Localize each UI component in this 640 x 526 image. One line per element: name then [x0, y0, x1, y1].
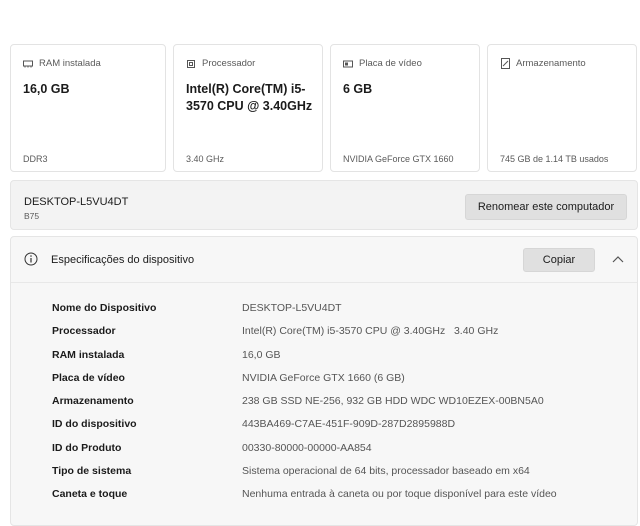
card-subtext: 745 GB de 1.14 TB usados — [500, 154, 609, 164]
spec-key: Nome do Dispositivo — [52, 302, 157, 314]
spec-value: 16,0 GB — [242, 348, 281, 361]
spec-row: Placa de vídeo NVIDIA GeForce GTX 1660 (… — [11, 369, 637, 392]
computer-name: DESKTOP-L5VU4DT — [24, 196, 129, 208]
spec-value: 238 GB SSD NE-256, 932 GB HDD WDC WD10EZ… — [242, 395, 544, 408]
card-label: RAM instalada — [39, 58, 101, 69]
ram-icon — [23, 59, 33, 69]
spec-value: NVIDIA GeForce GTX 1660 (6 GB) — [242, 371, 405, 384]
info-icon — [24, 252, 38, 266]
spec-value: Sistema operacional de 64 bits, processa… — [242, 465, 530, 478]
spec-value: 00330-80000-00000-AA854 — [242, 441, 372, 454]
card-value: 6 GB — [343, 82, 373, 96]
card-processor: Processador Intel(R) Core(TM) i5-3570 CP… — [173, 44, 323, 172]
rename-computer-button[interactable]: Renomear este computador — [465, 194, 627, 220]
spec-row: Caneta e toque Nenhuma entrada à caneta … — [11, 485, 637, 508]
spec-key: Placa de vídeo — [52, 371, 125, 384]
spec-row: ID do Produto 00330-80000-00000-AA854 — [11, 439, 637, 462]
spec-key: RAM instalada — [52, 348, 125, 361]
card-label: Placa de vídeo — [359, 58, 422, 69]
spec-key: ID do dispositivo — [52, 418, 137, 431]
card-label: Processador — [202, 58, 256, 69]
card-value: 16,0 GB — [23, 82, 70, 96]
spec-key: Processador — [52, 325, 116, 338]
spec-key: ID do Produto — [52, 441, 122, 454]
computer-model: B75 — [24, 211, 40, 221]
spec-value: DESKTOP-L5VU4DT — [242, 302, 342, 314]
specs-title: Especificações do dispositivo — [51, 254, 195, 266]
storage-icon — [500, 58, 510, 69]
card-storage: Armazenamento 745 GB de 1.14 TB usados — [487, 44, 637, 172]
spec-key: Armazenamento — [52, 395, 134, 408]
card-subtext: NVIDIA GeForce GTX 1660 — [343, 154, 454, 164]
spec-value: Intel(R) Core(TM) i5-3570 CPU @ 3.40GHz … — [242, 325, 499, 338]
spec-row: RAM instalada 16,0 GB — [11, 346, 637, 369]
hardware-summary-cards: RAM instalada 16,0 GB DDR3 Processador I… — [10, 44, 638, 174]
specs-list: Nome do Dispositivo DESKTOP-L5VU4DT Proc… — [11, 299, 637, 509]
spec-key: Tipo de sistema — [52, 465, 132, 478]
spec-row: Nome do Dispositivo DESKTOP-L5VU4DT — [11, 299, 637, 322]
device-specifications-panel: Especificações do dispositivo Copiar Nom… — [10, 236, 638, 526]
spec-key: Caneta e toque — [52, 488, 128, 501]
specs-header[interactable]: Especificações do dispositivo Copiar — [11, 237, 637, 283]
card-label: Armazenamento — [516, 58, 586, 69]
chevron-up-icon[interactable] — [611, 253, 625, 265]
card-subtext: DDR3 — [23, 154, 48, 164]
computer-name-panel: DESKTOP-L5VU4DT B75 Renomear este comput… — [10, 180, 638, 230]
spec-row: Processador Intel(R) Core(TM) i5-3570 CP… — [11, 322, 637, 345]
spec-row: Tipo de sistema Sistema operacional de 6… — [11, 462, 637, 485]
card-ram: RAM instalada 16,0 GB DDR3 — [10, 44, 166, 172]
card-value: Intel(R) Core(TM) i5-3570 CPU @ 3.40GHz — [186, 82, 313, 113]
card-subtext: 3.40 GHz — [186, 154, 225, 164]
spec-value: 443BA469-C7AE-451F-909D-287D2895988D — [242, 418, 456, 431]
spec-value: Nenhuma entrada à caneta ou por toque di… — [242, 488, 557, 501]
copy-button[interactable]: Copiar — [523, 248, 595, 272]
spec-row: ID do dispositivo 443BA469-C7AE-451F-909… — [11, 415, 637, 438]
processor-icon — [186, 59, 196, 69]
spec-row: Armazenamento 238 GB SSD NE-256, 932 GB … — [11, 392, 637, 415]
video-card-icon — [343, 59, 353, 69]
card-video: Placa de vídeo 6 GB NVIDIA GeForce GTX 1… — [330, 44, 480, 172]
